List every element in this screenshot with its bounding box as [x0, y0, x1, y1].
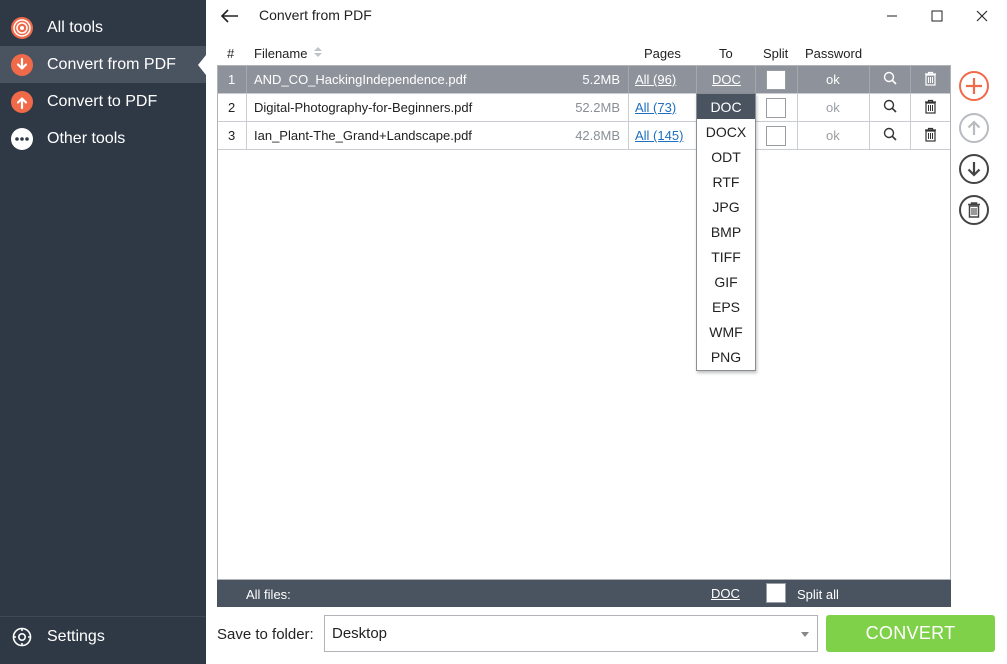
gear-icon — [11, 626, 33, 648]
all-files-label: All files: — [246, 587, 291, 602]
split-checkbox[interactable] — [766, 97, 786, 118]
delete-row-button[interactable] — [924, 66, 937, 93]
column-header-num: # — [227, 46, 235, 61]
close-button[interactable] — [965, 2, 999, 30]
trash-icon — [924, 127, 937, 145]
password-status: ok — [826, 100, 840, 115]
format-option-rtf[interactable]: RTF — [697, 169, 755, 194]
format-option-eps[interactable]: EPS — [697, 294, 755, 319]
active-pointer — [198, 55, 206, 75]
format-option-bmp[interactable]: BMP — [697, 219, 755, 244]
format-option-jpg[interactable]: JPG — [697, 194, 755, 219]
save-folder-value: Desktop — [332, 625, 388, 642]
sidebar-item-settings[interactable]: Settings — [0, 618, 206, 655]
password-status: ok — [826, 72, 840, 87]
table-row[interactable]: 2 Digital-Photography-for-Beginners.pdf … — [218, 94, 950, 122]
format-option-tiff[interactable]: TIFF — [697, 244, 755, 269]
row-filesize: 52.2MB — [575, 100, 620, 115]
format-dropdown[interactable]: DOC DOCX ODT RTF JPG BMP TIFF GIF EPS WM… — [696, 93, 756, 371]
trash-icon — [924, 99, 937, 117]
minimize-button[interactable] — [875, 2, 909, 30]
search-icon — [883, 71, 897, 88]
search-icon — [883, 99, 897, 116]
convert-button[interactable]: CONVERT — [826, 615, 995, 652]
preview-button[interactable] — [883, 66, 897, 93]
delete-row-button[interactable] — [924, 122, 937, 149]
format-option-docx[interactable]: DOCX — [697, 119, 755, 144]
column-header-filename-label: Filename — [254, 46, 308, 61]
column-header-split: Split — [763, 46, 789, 61]
split-checkbox[interactable] — [766, 69, 786, 90]
sidebar-item-label: Other tools — [47, 129, 126, 147]
trash-icon — [924, 71, 937, 89]
split-all-checkbox[interactable] — [766, 583, 786, 603]
column-header-filename[interactable]: Filename — [254, 46, 323, 61]
format-option-odt[interactable]: ODT — [697, 144, 755, 169]
column-header-to: To — [719, 46, 733, 61]
sidebar-item-convert-to-pdf[interactable]: Convert to PDF — [0, 83, 206, 120]
sidebar: All tools Convert from PDF Convert to PD… — [0, 0, 206, 664]
row-number: 1 — [228, 72, 236, 87]
sidebar-divider — [0, 616, 206, 617]
column-header-pages: Pages — [644, 46, 681, 61]
row-filename: Digital-Photography-for-Beginners.pdf — [254, 100, 473, 115]
title-bar: Convert from PDF — [206, 0, 1007, 34]
format-option-png[interactable]: PNG — [697, 344, 755, 369]
row-pages-link[interactable]: All (73) — [635, 94, 676, 121]
delete-row-button[interactable] — [924, 94, 937, 121]
arrow-down-circle-icon — [958, 154, 990, 188]
sort-icon — [314, 46, 323, 61]
target-icon — [11, 16, 33, 39]
sidebar-item-label: Convert to PDF — [47, 92, 158, 110]
preview-button[interactable] — [883, 122, 897, 149]
trash-circle-icon — [958, 195, 990, 229]
format-option-gif[interactable]: GIF — [697, 269, 755, 294]
row-pages-link[interactable]: All (145) — [635, 122, 683, 149]
preview-button[interactable] — [883, 94, 897, 121]
arrow-up-circle-icon — [958, 113, 990, 147]
remove-all-button[interactable] — [958, 194, 990, 226]
password-status: ok — [826, 128, 840, 143]
row-filename: AND_CO_HackingIndependence.pdf — [254, 72, 467, 87]
row-pages-link[interactable]: All (96) — [635, 66, 676, 93]
chevron-down-icon — [801, 632, 809, 637]
sidebar-item-convert-from-pdf[interactable]: Convert from PDF — [0, 46, 206, 83]
settings-label: Settings — [47, 627, 105, 645]
file-list: 1 AND_CO_HackingIndependence.pdf 5.2MB A… — [217, 65, 951, 580]
table-row[interactable]: 3 Ian_Plant-The_Grand+Landscape.pdf 42.8… — [218, 122, 950, 150]
split-checkbox[interactable] — [766, 125, 786, 146]
sidebar-item-other-tools[interactable]: Other tools — [0, 120, 206, 157]
back-arrow-icon[interactable] — [218, 4, 242, 28]
split-all-label: Split all — [797, 587, 839, 602]
row-format-link[interactable]: DOC — [712, 66, 741, 93]
move-up-button[interactable] — [958, 112, 990, 144]
all-files-bar: All files: DOC Split all — [217, 580, 951, 607]
arrow-down-circle-icon — [11, 53, 33, 76]
save-folder-label: Save to folder: — [217, 626, 314, 643]
all-files-format-link[interactable]: DOC — [711, 586, 740, 601]
arrow-up-circle-icon — [11, 90, 33, 113]
sidebar-item-label: All tools — [47, 18, 104, 36]
more-dots-icon — [11, 127, 33, 150]
window-title: Convert from PDF — [259, 7, 372, 23]
sidebar-item-label: Convert from PDF — [47, 55, 176, 73]
row-filesize: 5.2MB — [582, 72, 620, 87]
row-number: 2 — [228, 100, 236, 115]
sidebar-item-all-tools[interactable]: All tools — [0, 9, 206, 46]
format-option-wmf[interactable]: WMF — [697, 319, 755, 344]
column-header-password: Password — [805, 46, 863, 61]
plus-circle-icon — [958, 71, 990, 105]
row-filename: Ian_Plant-The_Grand+Landscape.pdf — [254, 128, 472, 143]
file-table: # Filename Pages To Split Password 1 AND… — [217, 40, 951, 607]
move-down-button[interactable] — [958, 153, 990, 185]
add-file-button[interactable] — [958, 70, 990, 102]
row-number: 3 — [228, 128, 236, 143]
table-row[interactable]: 1 AND_CO_HackingIndependence.pdf 5.2MB A… — [218, 66, 950, 94]
row-filesize: 42.8MB — [575, 128, 620, 143]
maximize-button[interactable] — [920, 2, 954, 30]
search-icon — [883, 127, 897, 144]
save-folder-select[interactable]: Desktop — [324, 615, 818, 652]
format-option-doc[interactable]: DOC — [697, 94, 755, 119]
